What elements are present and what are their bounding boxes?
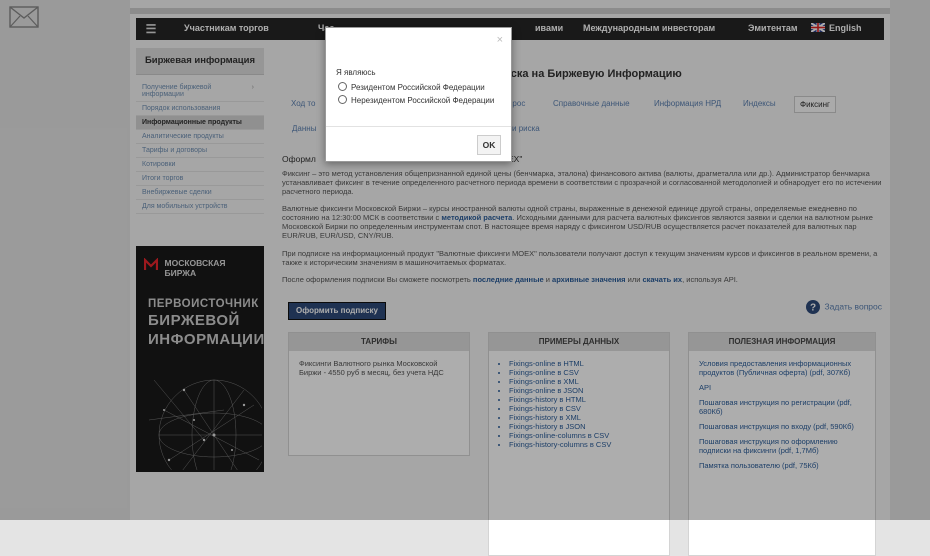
- nonresident-option-label: Нерезидентом Российской Федерации: [351, 96, 495, 105]
- ok-button[interactable]: OK: [477, 135, 501, 155]
- resident-radio[interactable]: [338, 82, 347, 91]
- resident-option[interactable]: Резидентом Российской Федерации: [338, 82, 485, 92]
- nonresident-option[interactable]: Нерезидентом Российской Федерации: [338, 95, 494, 105]
- close-icon[interactable]: ×: [497, 34, 503, 46]
- nonresident-radio[interactable]: [338, 95, 347, 104]
- modal-divider: [326, 126, 511, 127]
- resident-option-label: Резидентом Российской Федерации: [351, 83, 485, 92]
- residency-label: Я являюсь: [336, 68, 376, 77]
- residency-dialog: × Я являюсь Резидентом Российской Федера…: [325, 27, 512, 162]
